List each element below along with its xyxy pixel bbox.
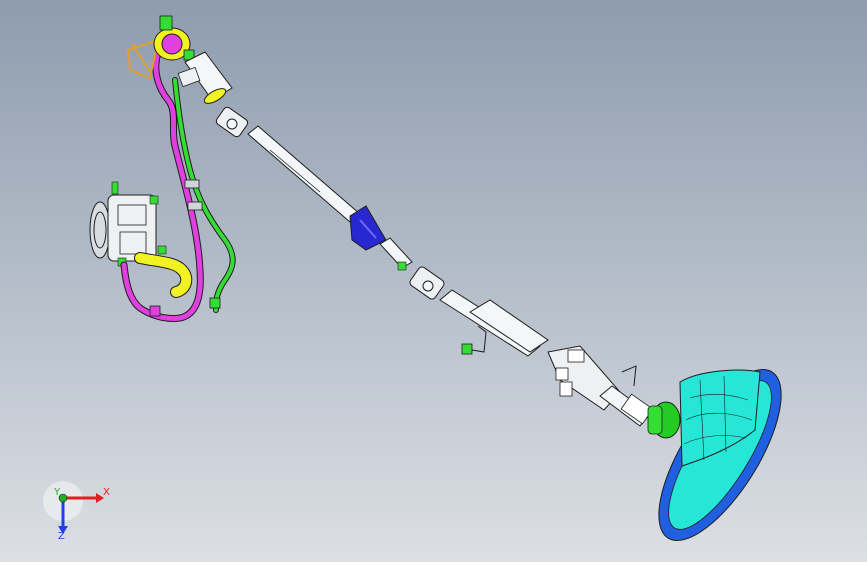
power-steering-pump[interactable] (89, 181, 167, 267)
z-axis-label: Z (58, 531, 65, 542)
axis-triad (43, 481, 104, 534)
lower-shaft-segment[interactable] (379, 237, 413, 269)
lower-universal-joint[interactable] (408, 265, 445, 300)
steering-assembly-model[interactable] (0, 0, 867, 562)
steering-column-tube[interactable] (439, 289, 549, 357)
intermediate-shaft[interactable] (247, 125, 361, 223)
lower-shaft-green-ring (397, 261, 407, 271)
y-axis-label: Y (54, 487, 61, 498)
steering-hub[interactable] (647, 401, 681, 439)
y-axis-dot (58, 493, 68, 503)
cad-viewport[interactable]: X Y Z (0, 0, 867, 562)
steering-wheel[interactable] (636, 352, 804, 558)
upper-universal-joint[interactable] (215, 106, 249, 138)
steering-gear-box[interactable] (126, 15, 195, 80)
x-axis-label: X (103, 487, 110, 498)
